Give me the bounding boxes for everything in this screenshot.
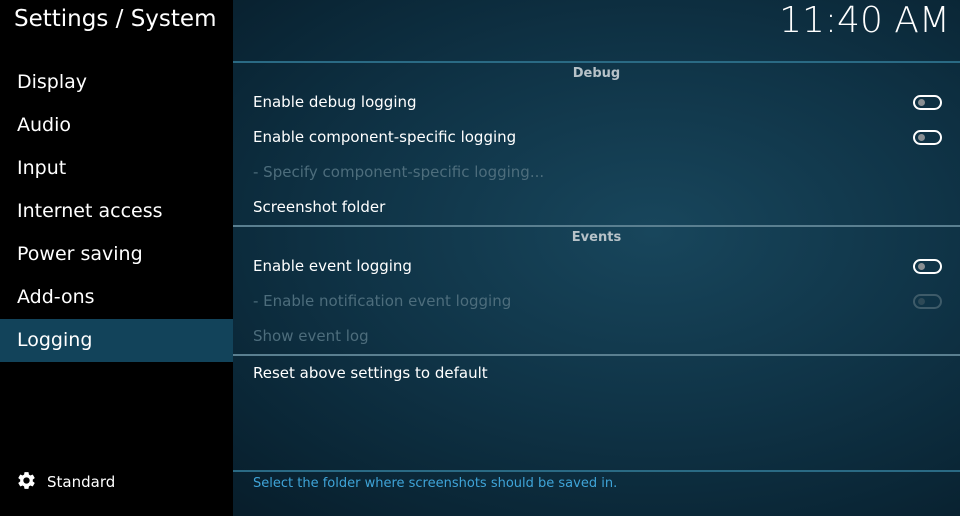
page-title: Settings / System (14, 6, 217, 32)
sidebar-item-display[interactable]: Display (0, 61, 233, 104)
setting-specify-component-logging: - Specify component-specific logging... (233, 155, 960, 190)
settings-list: Debug Enable debug logging Enable compon… (233, 63, 960, 391)
toggle-switch[interactable] (913, 130, 942, 145)
settings-level-label: Standard (47, 473, 116, 491)
reset-label: Reset above settings to default (253, 364, 488, 382)
setting-label: - Enable notification event logging (253, 292, 512, 310)
settings-level-button[interactable]: Standard (16, 470, 115, 494)
setting-enable-component-logging[interactable]: Enable component-specific logging (233, 120, 960, 155)
setting-show-event-log: Show event log (233, 319, 960, 354)
toggle-switch (913, 294, 942, 309)
setting-label: - Specify component-specific logging... (253, 163, 545, 181)
sidebar-item-add-ons[interactable]: Add-ons (0, 276, 233, 319)
setting-enable-event-logging[interactable]: Enable event logging (233, 249, 960, 284)
clock: 11:40 AM (779, 0, 950, 41)
sidebar-item-audio[interactable]: Audio (0, 104, 233, 147)
sidebar-item-power-saving[interactable]: Power saving (0, 233, 233, 276)
section-header-debug: Debug (572, 66, 621, 81)
sidebar-item-logging[interactable]: Logging (0, 319, 233, 362)
setting-enable-debug-logging[interactable]: Enable debug logging (233, 85, 960, 120)
sidebar-item-internet-access[interactable]: Internet access (0, 190, 233, 233)
setting-screenshot-folder[interactable]: Screenshot folder (233, 190, 960, 225)
reset-settings-button[interactable]: Reset above settings to default (233, 356, 960, 391)
gear-icon (16, 470, 37, 495)
toggle-switch[interactable] (913, 95, 942, 110)
setting-label: Show event log (253, 327, 369, 345)
bottom-divider (233, 470, 960, 472)
setting-label: Enable debug logging (253, 93, 417, 111)
setting-label: Enable component-specific logging (253, 128, 517, 146)
section-header-events: Events (571, 230, 622, 245)
toggle-switch[interactable] (913, 259, 942, 274)
settings-category-menu: Display Audio Input Internet access Powe… (0, 61, 233, 362)
sidebar: Settings / System Display Audio Input In… (0, 0, 233, 516)
setting-enable-notification-event-logging: - Enable notification event logging (233, 284, 960, 319)
setting-label: Enable event logging (253, 257, 412, 275)
setting-label: Screenshot folder (253, 198, 386, 216)
setting-description: Select the folder where screenshots shou… (253, 476, 618, 491)
sidebar-item-input[interactable]: Input (0, 147, 233, 190)
